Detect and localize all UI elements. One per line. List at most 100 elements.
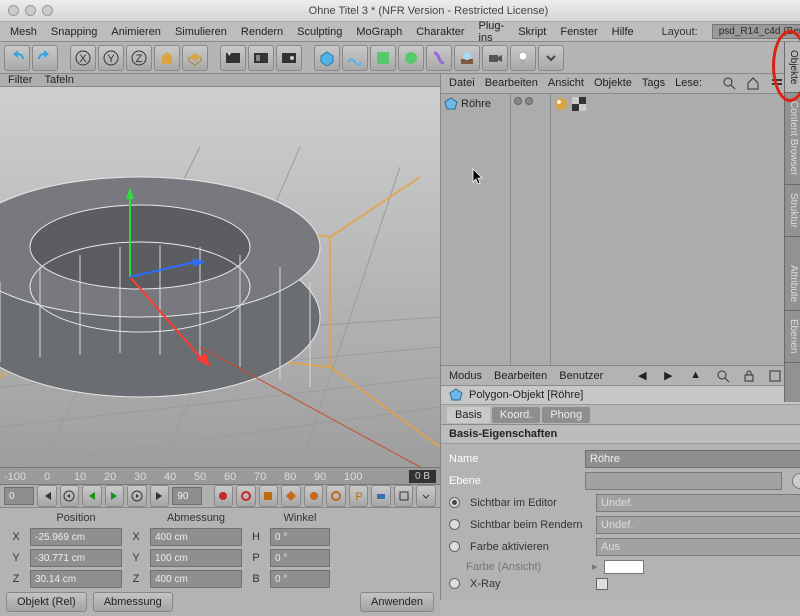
keyframe-selection-button[interactable] <box>259 485 279 507</box>
close-dot[interactable] <box>8 5 19 16</box>
object-manager-body[interactable]: Röhre <box>441 94 800 367</box>
menu-snapping[interactable]: Snapping <box>51 26 98 38</box>
coords-size-mode-button[interactable]: Abmessung <box>93 592 173 612</box>
size-y-field[interactable] <box>150 549 242 567</box>
am-menu-user[interactable]: Benutzer <box>559 370 603 382</box>
view-filter-menu[interactable]: Filter <box>8 74 32 86</box>
dock-tab-content-browser[interactable]: Content Browser <box>785 93 800 184</box>
frame-start-field[interactable] <box>4 487 34 505</box>
add-deformer-button[interactable] <box>426 45 452 71</box>
add-spline-button[interactable] <box>342 45 368 71</box>
om-menu-tags[interactable]: Tags <box>642 77 665 89</box>
size-z-field[interactable] <box>150 570 242 588</box>
undo-button[interactable] <box>4 45 30 71</box>
coords-mode-button[interactable]: Objekt (Rel) <box>6 592 87 612</box>
am-lock-icon[interactable] <box>742 369 756 383</box>
rot-p-field[interactable] <box>270 549 330 567</box>
object-visibility-column[interactable] <box>511 94 551 366</box>
coords-apply-button[interactable]: Anwenden <box>360 592 434 612</box>
goto-end-button[interactable] <box>150 485 170 507</box>
zoom-dot[interactable] <box>42 5 53 16</box>
color-enable-radio[interactable] <box>449 541 460 552</box>
axis-x-toggle[interactable]: X <box>70 45 96 71</box>
menu-sculpting[interactable]: Sculpting <box>297 26 342 38</box>
menu-mograph[interactable]: MoGraph <box>356 26 402 38</box>
toolbar-overflow-button[interactable] <box>538 45 564 71</box>
color-enable-dropdown[interactable]: Aus <box>596 538 800 556</box>
key-pos-button[interactable] <box>281 485 301 507</box>
am-back-icon[interactable]: ◀ <box>638 369 652 383</box>
am-fwd-icon[interactable]: ▶ <box>664 369 678 383</box>
object-tree-item[interactable]: Röhre <box>444 97 507 111</box>
key-more-button[interactable] <box>416 485 436 507</box>
step-forward-button[interactable] <box>127 485 147 507</box>
pos-z-field[interactable] <box>30 570 122 588</box>
menu-character[interactable]: Charakter <box>416 26 464 38</box>
dock-tab-layers[interactable]: Ebenen <box>785 311 800 362</box>
om-menu-view[interactable]: Ansicht <box>548 77 584 89</box>
attr-name-field[interactable] <box>585 450 800 468</box>
menu-window[interactable]: Fenster <box>560 26 597 38</box>
rot-b-field[interactable] <box>270 570 330 588</box>
om-menu-edit[interactable]: Bearbeiten <box>485 77 538 89</box>
redo-button[interactable] <box>32 45 58 71</box>
frame-end-field[interactable] <box>172 487 202 505</box>
tab-koord[interactable]: Koord. <box>492 407 540 423</box>
object-tree[interactable]: Röhre <box>441 94 511 366</box>
tab-phong[interactable]: Phong <box>542 407 590 423</box>
step-back-button[interactable] <box>60 485 80 507</box>
rot-h-field[interactable] <box>270 528 330 546</box>
menu-simulate[interactable]: Simulieren <box>175 26 227 38</box>
vis-render-dropdown[interactable]: Undef. <box>596 516 800 534</box>
xray-radio[interactable] <box>449 578 460 589</box>
goto-start-button[interactable] <box>37 485 57 507</box>
layout-dropdown[interactable] <box>712 24 800 39</box>
texture-tag-icon[interactable] <box>572 97 586 111</box>
phong-tag-icon[interactable] <box>554 97 568 111</box>
add-modifier-button[interactable] <box>398 45 424 71</box>
render-pv-button[interactable] <box>248 45 274 71</box>
add-generator-button[interactable] <box>370 45 396 71</box>
am-menu-edit[interactable]: Bearbeiten <box>494 370 547 382</box>
xray-checkbox[interactable] <box>596 578 608 590</box>
axis-z-toggle[interactable]: Z <box>126 45 152 71</box>
coord-system-toggle[interactable] <box>154 45 180 71</box>
vis-editor-dropdown[interactable]: Undef. <box>596 494 800 512</box>
dock-tab-attribute[interactable]: Attribute <box>785 257 800 311</box>
pos-y-field[interactable] <box>30 549 122 567</box>
view-panels-menu[interactable]: Tafeln <box>44 74 73 86</box>
play-button[interactable] <box>105 485 125 507</box>
om-home-icon[interactable] <box>746 76 760 90</box>
object-tags-column[interactable] <box>551 94 800 366</box>
autokey-button[interactable] <box>236 485 256 507</box>
am-menu-mode[interactable]: Modus <box>449 370 482 382</box>
add-environment-button[interactable] <box>454 45 480 71</box>
tab-basis[interactable]: Basis <box>447 407 490 423</box>
timeline-ruler[interactable]: -100010 203040 506070 8090100 0 B <box>0 467 440 485</box>
pos-x-field[interactable] <box>30 528 122 546</box>
om-flat-icon[interactable] <box>770 76 784 90</box>
om-menu-bookmarks[interactable]: Lese: <box>675 77 702 89</box>
om-menu-file[interactable]: Datei <box>449 77 475 89</box>
vis-editor-radio[interactable] <box>449 497 460 508</box>
dock-tab-structure[interactable]: Struktur <box>785 185 800 237</box>
minimize-dot[interactable] <box>25 5 36 16</box>
menu-script[interactable]: Skript <box>518 26 546 38</box>
perspective-viewport[interactable] <box>0 87 440 467</box>
record-button[interactable] <box>214 485 234 507</box>
editor-visibility-dot[interactable] <box>514 97 522 105</box>
render-view-button[interactable] <box>220 45 246 71</box>
vis-render-radio[interactable] <box>449 519 460 530</box>
add-primitive-button[interactable] <box>314 45 340 71</box>
key-scale-button[interactable] <box>304 485 324 507</box>
play-reverse-button[interactable] <box>82 485 102 507</box>
am-up-icon[interactable]: ▲ <box>690 369 704 383</box>
render-visibility-dot[interactable] <box>525 97 533 105</box>
attr-layer-picker-icon[interactable] <box>792 473 800 489</box>
render-settings-button[interactable] <box>276 45 302 71</box>
key-pla-button[interactable] <box>371 485 391 507</box>
key-rot-button[interactable] <box>326 485 346 507</box>
am-new-icon[interactable] <box>768 369 782 383</box>
axis-y-toggle[interactable]: Y <box>98 45 124 71</box>
am-search-icon[interactable] <box>716 369 730 383</box>
